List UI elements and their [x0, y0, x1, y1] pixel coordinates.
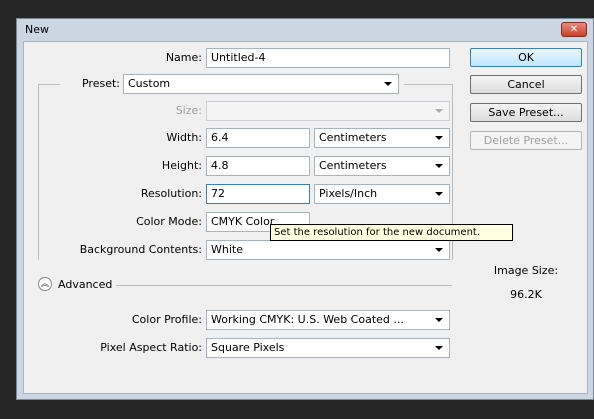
- chevron-down-icon: [384, 82, 392, 86]
- image-size-label: Image Size:: [493, 264, 559, 277]
- dialog-body: Name: Untitled-4 Preset: Custom Size: Wi…: [23, 41, 588, 394]
- width-input[interactable]: 6.4: [206, 128, 310, 148]
- background-contents-dropdown[interactable]: White: [206, 240, 450, 260]
- close-icon: ✕: [569, 24, 579, 35]
- resolution-input[interactable]: 72: [206, 184, 310, 204]
- chevron-down-icon: [435, 248, 443, 252]
- resolution-unit-value: Pixels/Inch: [319, 187, 378, 200]
- chevron-down-icon: [435, 192, 443, 196]
- pixel-aspect-ratio-dropdown[interactable]: Square Pixels: [206, 338, 450, 358]
- color-mode-value: CMYK Color: [211, 215, 275, 228]
- preset-dropdown[interactable]: Custom: [123, 74, 399, 94]
- resolution-label: Resolution:: [140, 187, 202, 200]
- size-dropdown[interactable]: [206, 101, 450, 121]
- chevron-down-icon: [435, 318, 443, 322]
- color-profile-label: Color Profile:: [131, 313, 202, 326]
- save-preset-button[interactable]: Save Preset...: [470, 103, 582, 122]
- width-label: Width:: [166, 131, 202, 144]
- height-unit-value: Centimeters: [319, 159, 387, 172]
- preset-group-top-left: [38, 84, 60, 85]
- advanced-separator: [116, 285, 452, 286]
- title-bar[interactable]: New ✕: [17, 19, 593, 41]
- image-size-value: 96.2K: [510, 288, 542, 301]
- color-profile-dropdown[interactable]: Working CMYK: U.S. Web Coated ...: [206, 310, 450, 330]
- advanced-toggle-label[interactable]: Advanced: [58, 278, 112, 291]
- ok-button[interactable]: OK: [470, 48, 582, 67]
- chevron-down-icon: [435, 346, 443, 350]
- name-label: Name:: [165, 51, 202, 64]
- chevron-down-icon: [435, 164, 443, 168]
- pixel-aspect-ratio-label: Pixel Aspect Ratio:: [100, 341, 202, 354]
- color-profile-value: Working CMYK: U.S. Web Coated ...: [211, 313, 404, 326]
- background-contents-label: Background Contents:: [79, 243, 202, 256]
- resolution-unit-dropdown[interactable]: Pixels/Inch: [314, 184, 450, 204]
- height-label: Height:: [161, 159, 202, 172]
- height-input[interactable]: 4.8: [206, 156, 310, 176]
- pixel-aspect-ratio-value: Square Pixels: [211, 341, 285, 354]
- name-input[interactable]: Untitled-4: [206, 48, 450, 68]
- width-unit-dropdown[interactable]: Centimeters: [314, 128, 450, 148]
- preset-value: Custom: [128, 77, 171, 90]
- resolution-tooltip: Set the resolution for the new document.: [270, 224, 513, 241]
- size-label: Size:: [175, 104, 202, 117]
- cancel-button[interactable]: Cancel: [470, 75, 582, 94]
- chevron-down-icon: [435, 109, 443, 113]
- dialog-title: New: [25, 23, 49, 36]
- chevron-down-icon: [435, 136, 443, 140]
- color-mode-label: Color Mode:: [136, 215, 202, 228]
- collapse-chevrons-icon[interactable]: ︽: [38, 277, 52, 291]
- delete-preset-button[interactable]: Delete Preset...: [470, 131, 582, 150]
- width-unit-value: Centimeters: [319, 131, 387, 144]
- preset-group-top-right: [404, 84, 453, 85]
- preset-group-left-border: [38, 84, 39, 260]
- height-unit-dropdown[interactable]: Centimeters: [314, 156, 450, 176]
- background-contents-value: White: [211, 243, 243, 256]
- new-document-dialog: New ✕ Name: Untitled-4 Preset: Custom Si…: [16, 18, 594, 400]
- preset-label: Preset:: [81, 77, 120, 90]
- close-button[interactable]: ✕: [561, 22, 587, 37]
